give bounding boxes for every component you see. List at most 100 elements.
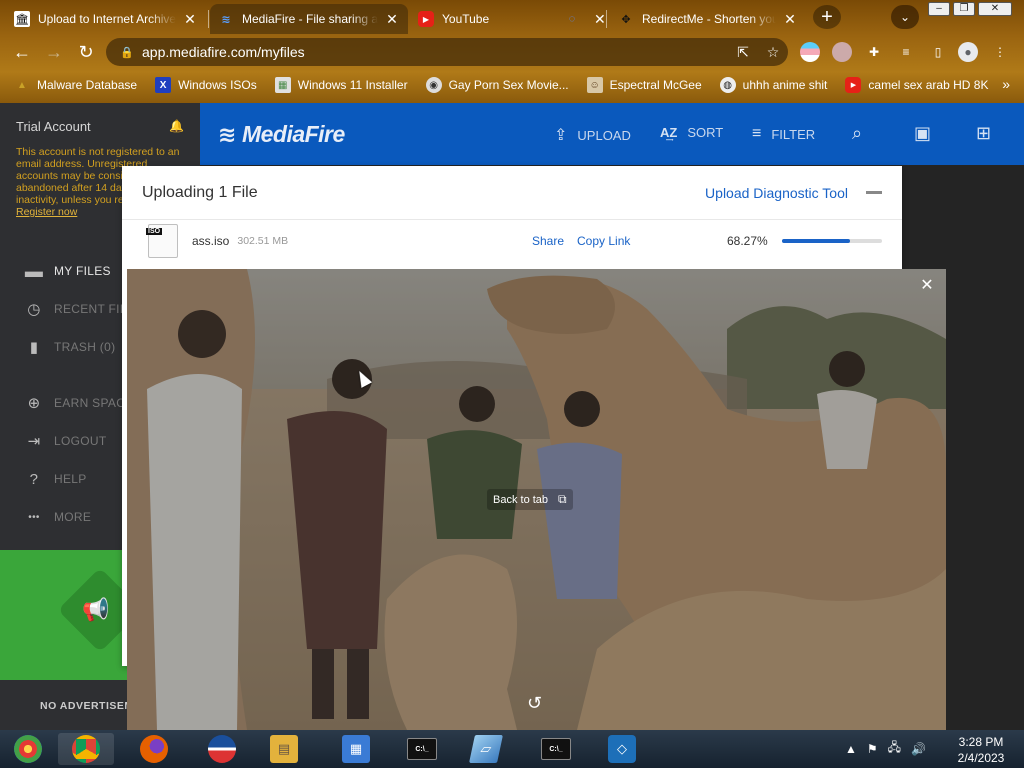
new-tab-button[interactable]: + — [813, 5, 841, 29]
extension-avatar-icon[interactable] — [832, 42, 852, 62]
sidebar-item-label: TRASH (0) — [54, 340, 116, 354]
extensions-puzzle-icon[interactable]: ✚ — [864, 42, 884, 62]
close-tab-icon[interactable]: ✕ — [782, 11, 798, 28]
clock-time: 3:28 PM — [958, 735, 1004, 749]
sidebar-item-my-files[interactable]: ▬ MY FILES — [24, 261, 111, 281]
share-icon[interactable]: ⇱ — [728, 44, 758, 61]
sort-button[interactable]: A͢Z SORT — [660, 125, 723, 140]
filter-icon: ≡ — [752, 125, 762, 142]
mediafire-flame-icon: ≋ — [218, 121, 236, 147]
copy-link[interactable]: Copy Link — [577, 234, 630, 248]
sidebar-item-earn-space[interactable]: ⊕ EARN SPACE — [24, 393, 134, 413]
bookmark-site-4[interactable]: ◉ Gay Porn Sex Movie... — [425, 77, 569, 93]
bookmark-malware-database[interactable]: ▲ Malware Database — [14, 77, 137, 93]
replay-icon[interactable]: ↺ — [527, 693, 542, 714]
address-bar[interactable]: 🔒 app.mediafire.com/myfiles ⇱ ☆ — [106, 38, 788, 66]
maximize-window-button[interactable]: ❐ — [953, 2, 975, 16]
taskbar-app-obama[interactable] — [194, 733, 250, 765]
new-folder-icon[interactable]: ▣ — [914, 123, 931, 144]
forward-button[interactable]: → — [42, 40, 66, 64]
close-tab-icon[interactable]: ✕ — [594, 11, 606, 28]
close-tab-icon[interactable]: ✕ — [384, 11, 400, 28]
tab-internet-archive[interactable]: 🏛 Upload to Internet Archive ✕ — [6, 4, 206, 34]
close-icon[interactable]: ✕ — [918, 277, 936, 295]
search-icon[interactable]: ⌕ — [852, 123, 862, 144]
minimize-window-button[interactable]: – — [928, 2, 950, 16]
upload-button[interactable]: ⇪ UPLOAD — [554, 125, 631, 145]
sidebar-item-help[interactable]: ? HELP — [24, 469, 87, 489]
bookmark-windows-isos[interactable]: X Windows ISOs — [155, 77, 257, 93]
taskbar-control-panel[interactable]: ▦ — [328, 733, 384, 765]
sidebar-item-label: LOGOUT — [54, 434, 107, 448]
upload-file-row: ISO ass.iso 302.51 MB Share Copy Link 68… — [122, 220, 902, 262]
site-icon: ◉ — [425, 77, 442, 93]
bookmark-label: Espectral McGee — [609, 78, 702, 92]
taskbar-chrome[interactable] — [58, 733, 114, 765]
control-panel-icon: ▦ — [342, 735, 370, 763]
tab-redirectme[interactable]: ✥ RedirectMe - Shorten your URL ✕ — [610, 4, 806, 34]
upload-percent: 68.27% — [727, 234, 768, 248]
mediafire-topbar: ≋ MediaFire ⇪ UPLOAD A͢Z SORT ≡ FILTER ⌕… — [200, 103, 1024, 165]
bookmark-uhhh-anime[interactable]: ◍ uhhh anime shit — [719, 77, 827, 93]
extension-flag-icon[interactable] — [800, 42, 820, 62]
file-explorer-icon: ▤ — [270, 735, 298, 763]
taskbar-command-prompt[interactable]: C:\_ — [394, 733, 450, 765]
sidebar-item-more[interactable]: ••• MORE — [24, 507, 91, 527]
anime-icon: ◍ — [719, 77, 736, 93]
taskbar-file-explorer[interactable]: ▤ — [256, 733, 312, 765]
bookmark-windows-11-installer[interactable]: ▦ Windows 11 Installer — [274, 77, 408, 93]
tab-loading[interactable]: ◌ ✕ — [556, 4, 606, 34]
start-button[interactable] — [0, 733, 56, 765]
bookmark-label: Windows 11 Installer — [297, 78, 408, 92]
taskbar-clock[interactable]: 3:28 PM 2/4/2023 — [948, 734, 1014, 766]
minimize-panel-icon[interactable] — [866, 191, 882, 194]
share-link[interactable]: Share — [532, 234, 564, 248]
tab-title: RedirectMe - Shorten your URL — [642, 12, 776, 26]
close-window-button[interactable]: ✕ — [978, 2, 1012, 16]
tab-mediafire[interactable]: ≋ MediaFire - File sharing and storage ✕ — [210, 4, 408, 34]
bookmarks-bar: ▲ Malware Database X Windows ISOs ▦ Wind… — [0, 70, 1024, 100]
bookmark-label: Windows ISOs — [178, 78, 257, 92]
network-icon[interactable]: 🖧 — [888, 738, 901, 759]
system-tray: ▲ ⚑ 🖧 🔊 — [845, 738, 936, 759]
bell-icon[interactable]: 🔔 — [169, 119, 184, 134]
register-link[interactable]: Register now — [16, 206, 77, 218]
profile-icon[interactable]: ● — [958, 42, 978, 62]
bookmark-star-icon[interactable]: ☆ — [758, 44, 788, 61]
upload-diagnostic-link[interactable]: Upload Diagnostic Tool — [705, 185, 848, 201]
file-size: 302.51 MB — [237, 235, 289, 247]
grid-view-icon[interactable]: ⊞ — [976, 123, 991, 144]
menu-kebab-icon[interactable]: ⋮ — [990, 42, 1010, 62]
taskbar-notepad[interactable]: ▱ — [458, 733, 514, 765]
help-icon: ? — [29, 470, 39, 488]
trash-icon: ▮ — [29, 339, 39, 356]
tab-search-button[interactable]: ⌄ — [891, 5, 919, 29]
picture-in-picture-window[interactable]: ✕ Back to tab ⧉ ↺ — [127, 269, 946, 730]
back-button[interactable]: ← — [10, 40, 34, 64]
show-hidden-icons-icon[interactable]: ▲ — [845, 742, 857, 756]
bookmarks-overflow-icon[interactable]: » — [1002, 76, 1010, 92]
clock-icon: ◷ — [27, 301, 41, 318]
sidebar-header: Trial Account 🔔 — [0, 103, 200, 134]
taskbar-command-prompt-2[interactable]: C:\_ — [528, 733, 584, 765]
windows-x-icon: X — [155, 77, 172, 93]
upload-title: Uploading 1 File — [142, 183, 258, 201]
mediafire-logo[interactable]: ≋ MediaFire — [218, 121, 345, 148]
close-tab-icon[interactable]: ✕ — [182, 11, 198, 28]
side-panel-icon[interactable]: ▯ — [928, 42, 948, 62]
bookmark-espectral-mcgee[interactable]: ☺ Espectral McGee — [586, 77, 702, 93]
back-to-tab-button[interactable]: Back to tab ⧉ — [487, 489, 573, 510]
reading-list-icon[interactable]: ≡ — [896, 42, 916, 62]
action-center-flag-icon[interactable]: ⚑ — [867, 742, 878, 756]
virtualbox-icon: ◇ — [608, 735, 636, 763]
file-name: ass.iso — [192, 234, 230, 248]
mediafire-icon: ≋ — [221, 13, 231, 26]
taskbar-virtualbox[interactable]: ◇ — [594, 733, 650, 765]
bookmark-camel-video[interactable]: ▶ camel sex arab HD 8K — [845, 77, 988, 93]
sidebar-item-trash[interactable]: ▮ TRASH (0) — [24, 337, 115, 357]
sidebar-item-logout[interactable]: ⇥ LOGOUT — [24, 431, 107, 451]
taskbar-firefox[interactable] — [126, 733, 182, 765]
volume-icon[interactable]: 🔊 — [911, 742, 926, 756]
filter-button[interactable]: ≡ FILTER — [752, 125, 815, 143]
reload-button[interactable]: ↻ — [74, 40, 98, 64]
